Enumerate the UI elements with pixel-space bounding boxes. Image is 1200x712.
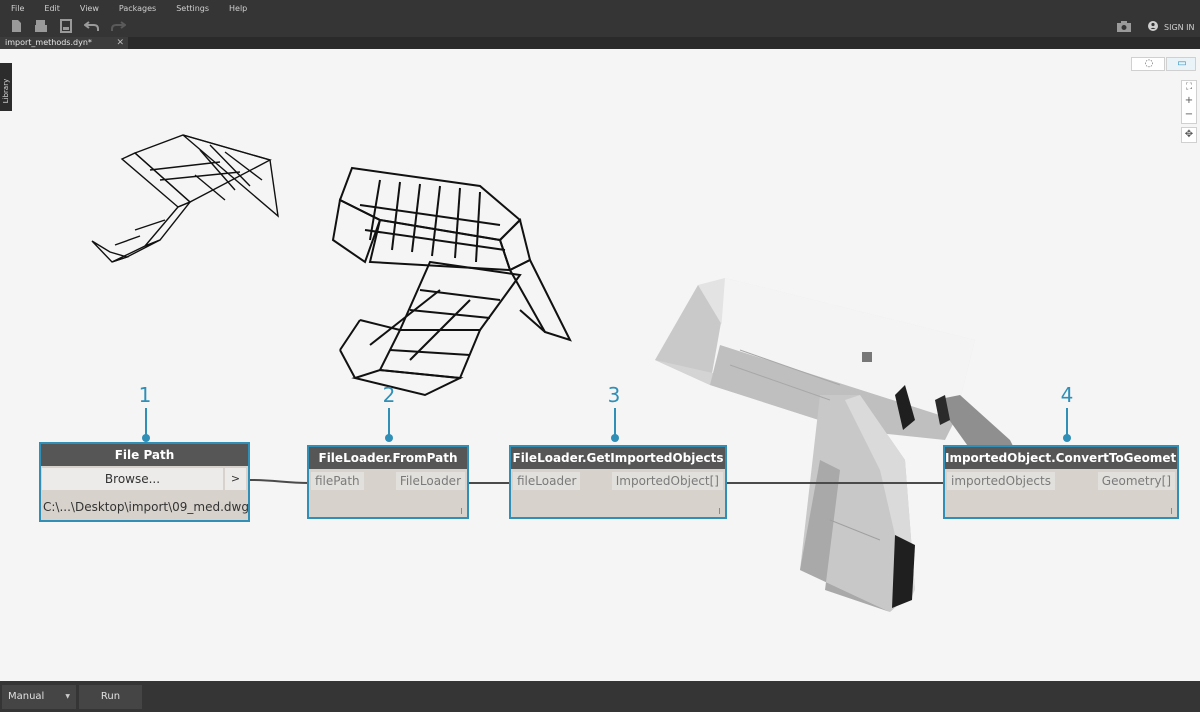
callout-dot xyxy=(611,434,619,442)
node-file-path[interactable]: File Path Browse... > C:\...\Desktop\imp… xyxy=(39,442,250,522)
node-title: FileLoader.FromPath xyxy=(309,447,467,469)
output-port-fileloader[interactable]: FileLoader xyxy=(395,472,465,490)
node-title: File Path xyxy=(41,444,248,466)
wireframe-floorplan xyxy=(91,134,279,263)
node-title: ImportedObject.ConvertToGeometries xyxy=(945,447,1177,469)
run-mode-value: Manual xyxy=(8,691,45,702)
file-path-value: C:\...\Desktop\import\09_med.dwg xyxy=(43,500,249,514)
callout-number: 1 xyxy=(138,383,152,407)
zoom-in-icon[interactable]: + xyxy=(1182,95,1196,106)
node-lacing-marker xyxy=(719,508,720,514)
node-importedobject-converttogeometries[interactable]: ImportedObject.ConvertToGeometries impor… xyxy=(943,445,1179,519)
fit-view-icon[interactable]: ⛶ xyxy=(1182,82,1196,92)
geometry-preview xyxy=(91,134,1020,612)
port-row: fileLoader ImportedObject[] xyxy=(511,469,725,493)
library-label: Library xyxy=(2,78,10,104)
callout-number: 3 xyxy=(607,383,621,407)
input-port-fileloader[interactable]: fileLoader xyxy=(513,472,581,490)
graph-view-icon: ▭ xyxy=(1177,58,1187,69)
port-row: importedObjects Geometry[] xyxy=(945,469,1177,493)
callout-dot xyxy=(1063,434,1071,442)
output-port-arrow[interactable]: > xyxy=(225,468,246,490)
execution-bar: Manual ▼ Run xyxy=(0,681,1200,712)
output-port-geometry[interactable]: Geometry[] xyxy=(1097,472,1175,490)
callout-number: 4 xyxy=(1060,383,1074,407)
input-port-filepath[interactable]: filePath xyxy=(311,472,364,490)
zoom-controls: ⛶ + − xyxy=(1181,80,1197,124)
callout-dot xyxy=(142,434,150,442)
geometry-view-icon: ◌ xyxy=(1144,58,1154,69)
node-fileloader-getimportedobjects[interactable]: FileLoader.GetImportedObjects fileLoader… xyxy=(509,445,727,519)
run-button[interactable]: Run xyxy=(79,685,142,709)
callout-dot xyxy=(385,434,393,442)
node-fileloader-frompath[interactable]: FileLoader.FromPath filePath FileLoader xyxy=(307,445,469,519)
browse-button[interactable]: Browse... xyxy=(42,468,223,490)
callout-number: 2 xyxy=(382,383,396,407)
chevron-down-icon: ▼ xyxy=(65,693,70,700)
run-mode-select[interactable]: Manual ▼ xyxy=(2,685,76,709)
output-port-importedobjects[interactable]: ImportedObject[] xyxy=(611,472,723,490)
view-toggle-geometry[interactable]: ◌ xyxy=(1131,57,1165,71)
node-lacing-marker xyxy=(461,508,462,514)
library-tab[interactable]: Library xyxy=(0,63,12,111)
wireframe-building xyxy=(331,166,572,397)
pan-control: ✥ xyxy=(1181,127,1197,143)
input-port-importedobjects[interactable]: importedObjects xyxy=(947,472,1055,490)
view-toggle-graph[interactable]: ▭ xyxy=(1166,57,1196,71)
node-lacing-marker xyxy=(1171,508,1172,514)
zoom-out-icon[interactable]: − xyxy=(1182,109,1196,120)
port-row: filePath FileLoader xyxy=(309,469,467,493)
node-title: FileLoader.GetImportedObjects xyxy=(511,447,725,469)
pan-icon[interactable]: ✥ xyxy=(1182,129,1196,140)
